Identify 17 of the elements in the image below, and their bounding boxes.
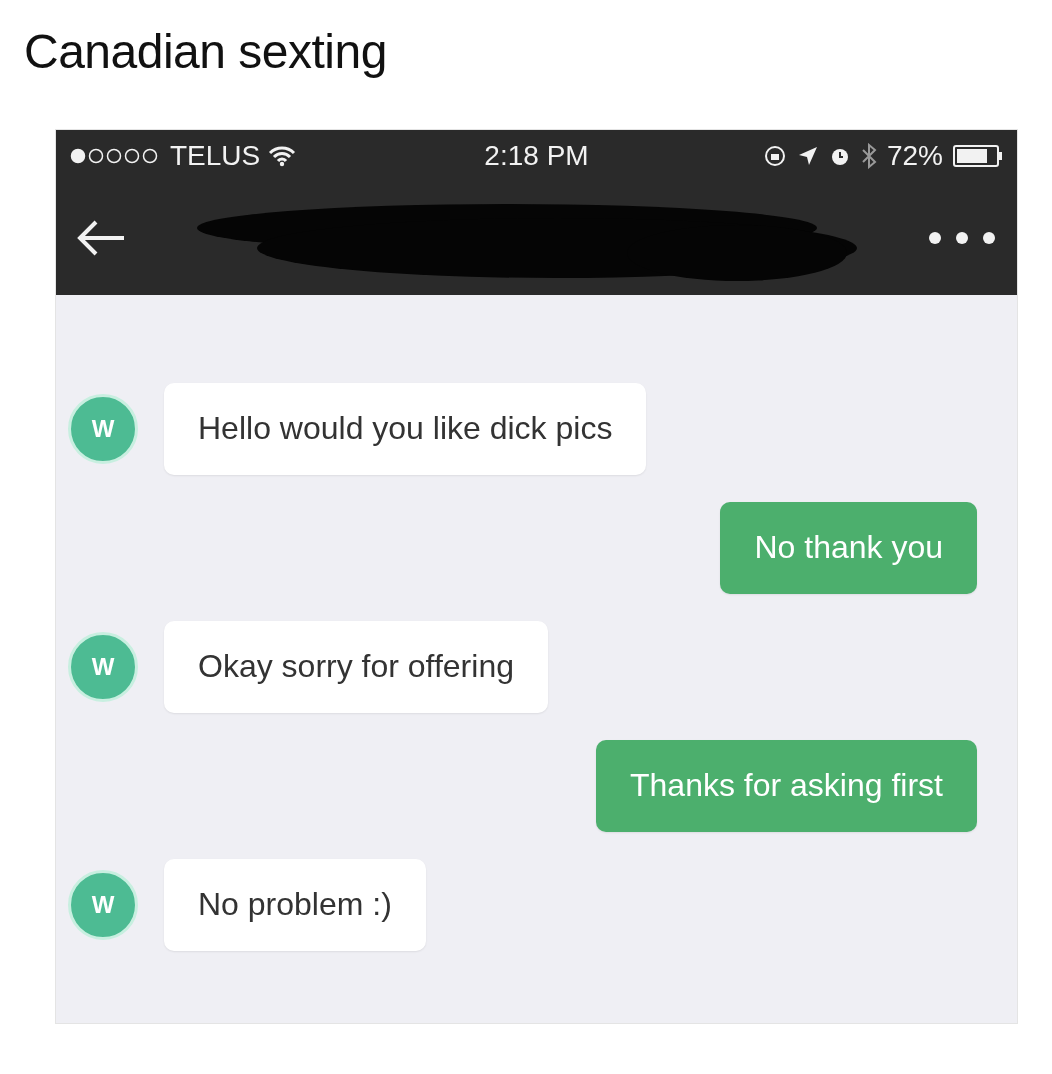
carrier-name: TELUS: [170, 139, 261, 172]
message-bubble: No problem :): [164, 858, 426, 951]
avatar: W: [68, 393, 138, 464]
rotation-lock-icon: [762, 143, 787, 168]
message-bubble: Hello would you like dick pics: [164, 382, 647, 475]
message-bubble: Thanks for asking first: [596, 739, 977, 832]
avatar: W: [68, 631, 138, 702]
battery-percent: 72%: [886, 139, 943, 172]
avatar: W: [68, 869, 138, 940]
battery-icon: [953, 144, 1003, 167]
more-icon[interactable]: [927, 230, 997, 247]
wifi-icon: [268, 144, 297, 167]
bluetooth-icon: [860, 142, 877, 169]
message-bubble: No thank you: [720, 501, 977, 594]
clock-time: 2:18 PM: [484, 139, 589, 172]
message-bubble: Okay sorry for offering: [164, 620, 548, 713]
post-title: Canadian sexting: [24, 26, 388, 79]
